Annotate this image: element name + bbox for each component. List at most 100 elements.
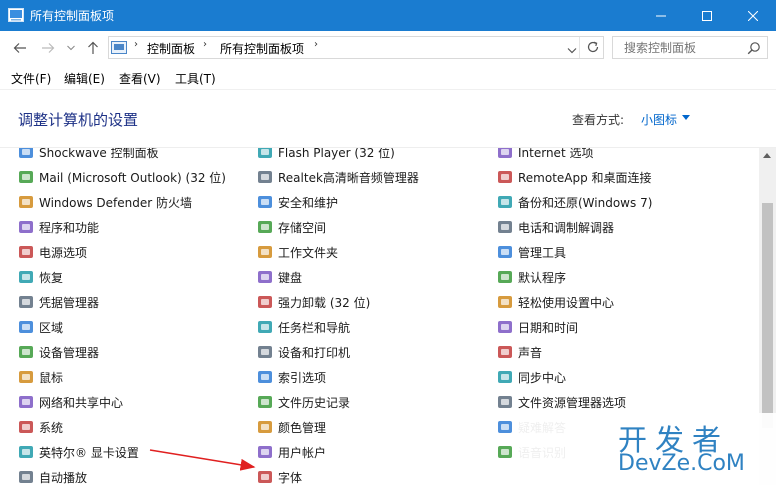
address-divider: [579, 37, 580, 58]
breadcrumb-control-panel[interactable]: 控制面板: [147, 40, 195, 57]
file-history-icon: [257, 394, 273, 410]
control-panel-item[interactable]: 网络和共享中心: [18, 392, 123, 412]
mail-icon: [18, 169, 34, 185]
up-button[interactable]: [85, 40, 101, 56]
control-panel-item[interactable]: 文件历史记录: [257, 392, 350, 412]
control-panel-item-label: 系统: [39, 420, 64, 435]
control-panel-item[interactable]: Shockwave 控制面板: [18, 148, 159, 162]
remoteapp-icon: [497, 169, 513, 185]
control-panel-item[interactable]: 区域: [18, 317, 63, 337]
caret-down-icon[interactable]: [682, 115, 690, 120]
region-icon: [18, 319, 34, 335]
menu-edit[interactable]: 编辑(E): [64, 70, 105, 87]
control-panel-item[interactable]: 键盘: [257, 267, 302, 287]
maximize-button[interactable]: [684, 0, 730, 31]
search-input[interactable]: [613, 37, 743, 58]
control-panel-item[interactable]: 字体: [257, 467, 302, 485]
control-panel-item[interactable]: 文件资源管理器选项: [497, 392, 626, 412]
control-panel-item[interactable]: 自动播放: [18, 467, 87, 485]
close-button[interactable]: [730, 0, 776, 31]
control-panel-item[interactable]: 安全和维护: [257, 192, 338, 212]
control-panel-item[interactable]: Mail (Microsoft Outlook) (32 位): [18, 167, 226, 187]
breadcrumb-all-items[interactable]: 所有控制面板项: [220, 40, 304, 57]
control-panel-item-label: 电源选项: [39, 245, 88, 260]
uninstall-icon: [257, 294, 273, 310]
search-icon[interactable]: [747, 41, 761, 55]
address-dropdown-button[interactable]: [567, 43, 577, 57]
control-panel-item[interactable]: 同步中心: [497, 367, 566, 387]
control-panel-item[interactable]: Internet 选项: [497, 148, 593, 162]
control-panel-small-icon: [111, 41, 127, 54]
view-by-dropdown[interactable]: 小图标: [641, 111, 677, 128]
control-panel-item-label: 恢复: [39, 270, 64, 285]
control-panel-item-label: 任务栏和导航: [278, 320, 351, 335]
user-accounts-icon: [257, 444, 273, 460]
control-panel-item[interactable]: 电话和调制解调器: [497, 217, 614, 237]
device-manager-icon: [18, 344, 34, 360]
watermark: 开发者 DevZe.CoM: [512, 413, 776, 485]
menu-tools[interactable]: 工具(T): [175, 70, 216, 87]
control-panel-item[interactable]: RemoteApp 和桌面连接: [497, 167, 652, 187]
default-programs-icon: [497, 269, 513, 285]
control-panel-item[interactable]: 默认程序: [497, 267, 566, 287]
control-panel-item[interactable]: Flash Player (32 位): [257, 148, 395, 162]
control-panel-item[interactable]: Realtek高清晰音频管理器: [257, 167, 419, 187]
page-title: 调整计算机的设置: [18, 111, 139, 129]
control-panel-item-label: 用户帐户: [278, 445, 327, 460]
control-panel-item[interactable]: 颜色管理: [257, 417, 326, 437]
control-panel-item[interactable]: 日期和时间: [497, 317, 578, 337]
forward-button[interactable]: [40, 40, 56, 56]
window-title: 所有控制面板项: [30, 9, 115, 23]
speech-icon: [497, 444, 513, 460]
scrollbar-thumb[interactable]: [762, 203, 773, 428]
control-panel-item-label: 备份和还原(Windows 7): [518, 195, 653, 210]
control-panel-item[interactable]: 用户帐户: [257, 442, 326, 462]
color-management-icon: [257, 419, 273, 435]
scroll-up-icon[interactable]: [763, 153, 771, 158]
control-panel-item[interactable]: 管理工具: [497, 242, 566, 262]
view-by-label: 查看方式:: [572, 113, 625, 127]
control-panel-item[interactable]: 设备管理器: [18, 342, 99, 362]
system-icon: [18, 419, 34, 435]
control-panel-item[interactable]: 轻松使用设置中心: [497, 292, 614, 312]
control-panel-item-label: 工作文件夹: [278, 245, 339, 260]
control-panel-item[interactable]: 任务栏和导航: [257, 317, 350, 337]
control-panel-item-label: 声音: [518, 345, 543, 360]
taskbar-icon: [257, 319, 273, 335]
storage-icon: [257, 219, 273, 235]
keyboard-icon: [257, 269, 273, 285]
control-panel-item[interactable]: 索引选项: [257, 367, 326, 387]
network-icon: [18, 394, 34, 410]
menu-file[interactable]: 文件(F): [11, 70, 51, 87]
menu-view[interactable]: 查看(V): [119, 70, 161, 87]
refresh-button[interactable]: [586, 40, 600, 57]
chevron-down-icon: [67, 45, 75, 51]
back-button[interactable]: [12, 40, 28, 56]
control-panel-item[interactable]: 程序和功能: [18, 217, 99, 237]
search-box: [612, 36, 768, 59]
control-panel-item[interactable]: 设备和打印机: [257, 342, 350, 362]
control-panel-item[interactable]: Windows Defender 防火墙: [18, 192, 192, 212]
control-panel-item[interactable]: 鼠标: [18, 367, 63, 387]
credential-icon: [18, 294, 34, 310]
breadcrumb-separator: ›: [134, 39, 138, 50]
address-box[interactable]: › 控制面板 › 所有控制面板项 ›: [108, 36, 604, 59]
control-panel-item[interactable]: 声音: [497, 342, 542, 362]
control-panel-item[interactable]: 强力卸载 (32 位): [257, 292, 370, 312]
control-panel-item[interactable]: 备份和还原(Windows 7): [497, 192, 652, 212]
mouse-icon: [18, 369, 34, 385]
recent-locations-button[interactable]: [63, 40, 79, 56]
up-arrow-icon: [88, 41, 98, 54]
control-panel-item[interactable]: 存储空间: [257, 217, 326, 237]
control-panel-item[interactable]: 恢复: [18, 267, 63, 287]
admin-tools-icon: [497, 244, 513, 260]
control-panel-item-label: 设备管理器: [39, 345, 100, 360]
control-panel-item[interactable]: 凭据管理器: [18, 292, 99, 312]
control-panel-item[interactable]: 电源选项: [18, 242, 87, 262]
control-panel-item[interactable]: 系统: [18, 417, 63, 437]
datetime-icon: [497, 319, 513, 335]
control-panel-item[interactable]: 英特尔® 显卡设置: [18, 442, 139, 462]
minimize-button[interactable]: [638, 0, 684, 31]
work-folders-icon: [257, 244, 273, 260]
control-panel-item[interactable]: 工作文件夹: [257, 242, 338, 262]
